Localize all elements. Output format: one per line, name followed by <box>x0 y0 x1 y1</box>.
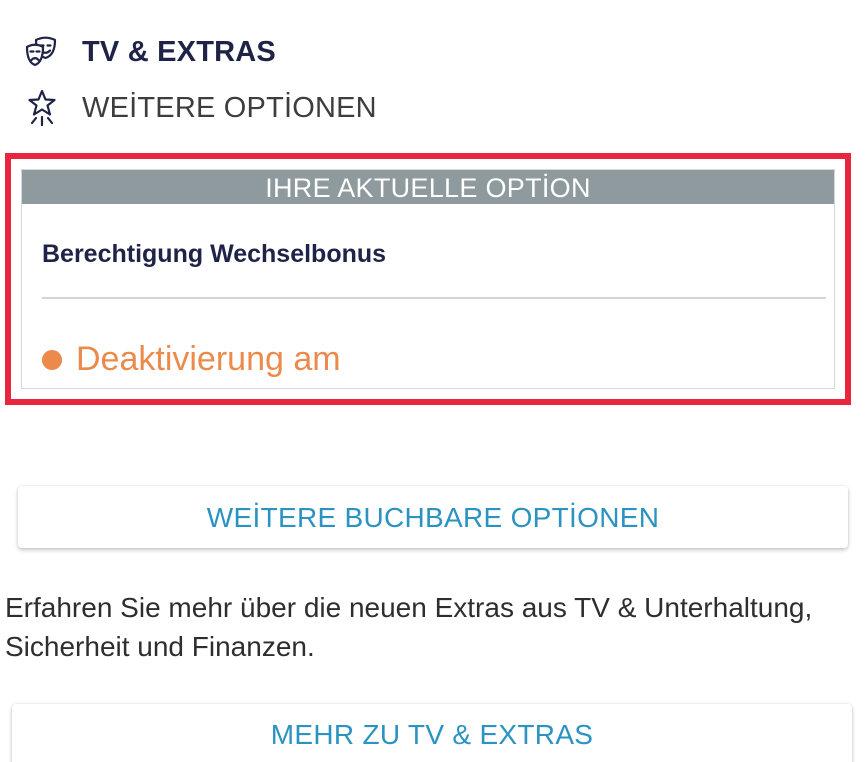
current-option-card: IHRE AKTUELLE OPTİON Berechtigung Wechse… <box>21 169 835 389</box>
divider <box>42 297 826 299</box>
more-options-button[interactable]: WEİTERE BUCHBARE OPTİONEN <box>18 486 848 548</box>
status-text: Deaktivierung am <box>76 340 341 378</box>
current-option-header: IHRE AKTUELLE OPTİON <box>22 170 834 204</box>
current-option-title: Berechtigung Wechselbonus <box>42 240 387 268</box>
nav-item-label: WEİTERE OPTİONEN <box>82 91 377 124</box>
nav-item-weitere-optionen[interactable]: WEİTERE OPTİONEN <box>22 88 377 128</box>
option-status: Deaktivierung am <box>42 340 341 379</box>
nav-item-label: TV & EXTRAS <box>82 35 276 68</box>
page: TV & EXTRAS WEİTERE OPTİONEN IHRE AKTUEL… <box>0 0 865 762</box>
star-sparkle-icon <box>22 88 62 128</box>
status-dot-icon <box>42 349 62 370</box>
info-text: Erfahren Sie mehr über die neuen Extras … <box>5 592 813 662</box>
nav-item-tv-extras[interactable]: TV & EXTRAS <box>22 32 276 72</box>
current-option-highlight: IHRE AKTUELLE OPTİON Berechtigung Wechse… <box>5 153 851 405</box>
theater-masks-icon <box>22 32 62 72</box>
more-tv-extras-button[interactable]: MEHR ZU TV & EXTRAS <box>12 704 852 762</box>
